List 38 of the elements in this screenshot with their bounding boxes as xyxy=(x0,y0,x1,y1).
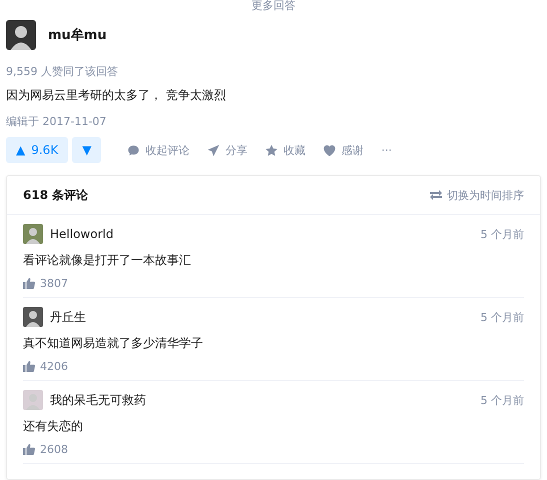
star-button[interactable]: 收藏 xyxy=(265,142,306,158)
star-icon xyxy=(265,144,278,156)
comment-author[interactable]: 丹丘生 xyxy=(50,308,474,326)
like-button[interactable]: 4206 xyxy=(23,360,68,373)
swap-icon xyxy=(430,190,442,200)
avatar xyxy=(6,20,36,50)
comment-text: 还有失恋的 xyxy=(23,418,84,435)
comment-icon xyxy=(127,144,140,156)
like-button[interactable]: 2608 xyxy=(23,443,68,456)
heart-icon xyxy=(323,144,336,156)
heart-button[interactable]: 感谢 xyxy=(323,142,364,158)
comment-count: 618 条评论 xyxy=(23,186,88,204)
more-button[interactable]: ··· xyxy=(381,144,392,156)
more-answers-link[interactable]: 更多回答 xyxy=(6,0,541,12)
share-icon xyxy=(207,144,220,156)
avatar xyxy=(23,224,43,244)
thumbs-up-icon xyxy=(23,278,35,289)
upvote-button[interactable]: ▲ 9.6K xyxy=(6,137,68,163)
share-button[interactable]: 分享 xyxy=(207,142,248,158)
author-name[interactable]: mu牟mu xyxy=(48,26,107,44)
comment-time: 5 个月前 xyxy=(480,226,524,242)
comment-button[interactable]: 收起评论 xyxy=(127,142,190,158)
sort-toggle[interactable]: 切换为时间排序 xyxy=(430,188,524,202)
avatar xyxy=(23,307,43,327)
comment-text: 真不知道网易造就了多少清华学子 xyxy=(23,335,204,352)
comment-text: 看评论就像是打开了一本故事汇 xyxy=(23,252,192,269)
answer-text: 因为网易云里考研的太多了， 竞争太激烈 xyxy=(6,87,227,104)
avatar xyxy=(23,390,43,410)
downvote-button[interactable]: ▼ xyxy=(72,137,102,163)
approval-count: 9,559 人赞同了该回答 xyxy=(6,64,119,79)
comment-time: 5 个月前 xyxy=(480,310,524,324)
comment-author[interactable]: 我的呆毛无可救药 xyxy=(50,392,474,408)
thumbs-up-icon xyxy=(23,444,35,455)
thumbs-up-icon xyxy=(23,361,35,372)
comment-author[interactable]: Helloworld xyxy=(50,227,474,241)
comment-time: 5 个月前 xyxy=(480,392,524,408)
like-button[interactable]: 3807 xyxy=(23,277,68,290)
edit-date: 编辑于 2017-11-07 xyxy=(6,114,108,129)
